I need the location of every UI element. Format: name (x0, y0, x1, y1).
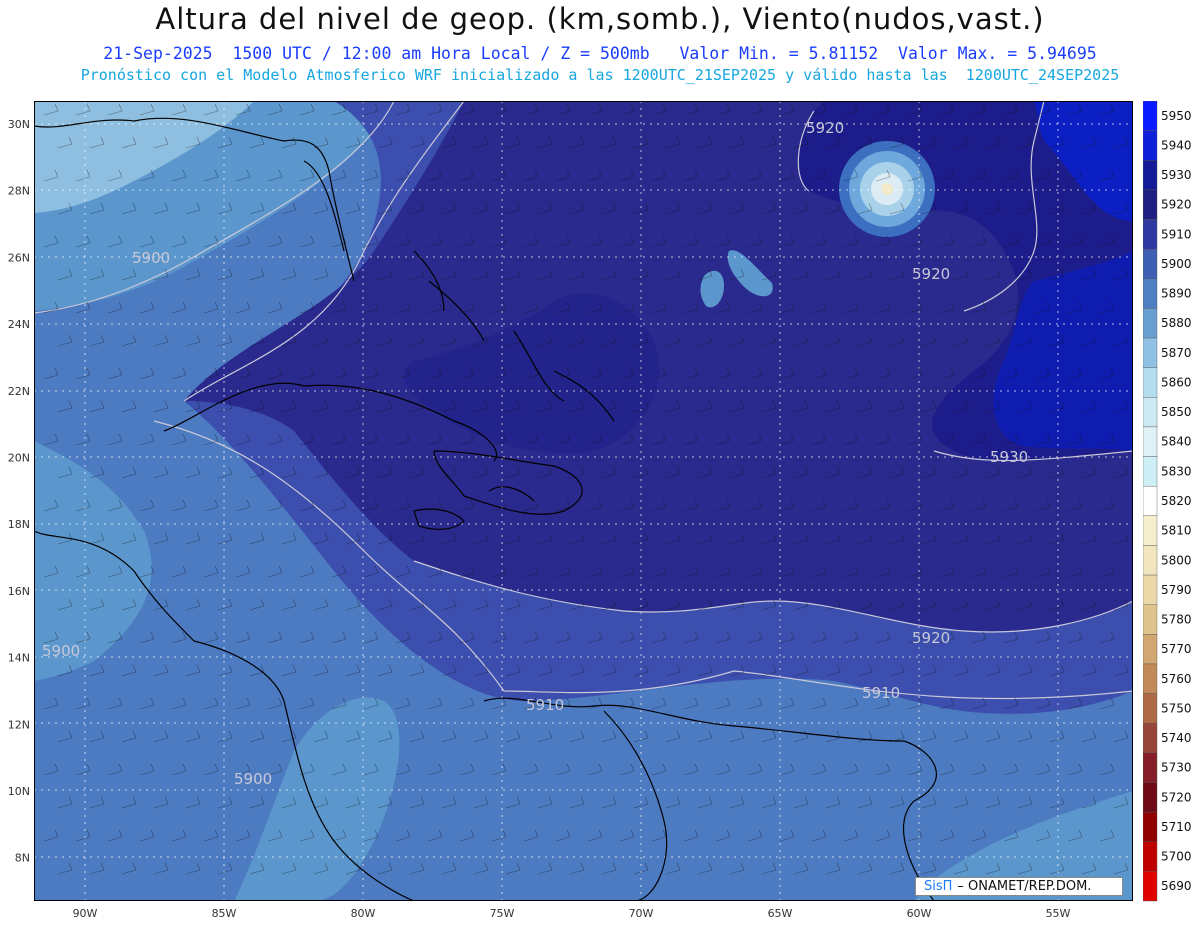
colorbar-label-5720: 5720 (1161, 790, 1192, 804)
lon-tick-80W: 80W (351, 907, 376, 920)
lon-tick-60W: 60W (907, 907, 932, 920)
colorbar-swatch-5710 (1143, 811, 1158, 842)
contour-label-5920-south: 5920 (912, 629, 950, 647)
colorbar-swatch-5790 (1143, 574, 1158, 605)
colorbar-swatch-5720 (1143, 782, 1158, 813)
colorbar-swatch-5940 (1143, 130, 1158, 161)
colorbar-swatch-5860 (1143, 367, 1158, 398)
lat-axis: 30N 28N 26N 24N 22N 20N 18N 16N 14N 12N 10N 8N (8, 118, 30, 865)
colorbar-label-5910: 5910 (1161, 227, 1192, 241)
colorbar-swatch-5690 (1143, 871, 1158, 902)
colorbar-swatch-5730 (1143, 752, 1158, 783)
lon-tick-70W: 70W (629, 907, 654, 920)
colorbar-swatch-5930 (1143, 160, 1158, 191)
lat-tick-30N: 30N (8, 118, 30, 131)
colorbar-label-5930: 5930 (1161, 168, 1192, 182)
map-subtitle-time: 21-Sep-2025 1500 UTC / 12:00 am Hora Loc… (103, 44, 1097, 63)
colorbar-label-5850: 5850 (1161, 405, 1192, 419)
colorbar-label-5740: 5740 (1161, 731, 1192, 745)
colorbar-swatch-5700 (1143, 841, 1158, 872)
colorbar-swatch-5900 (1143, 248, 1158, 279)
contour-label-5900-west: 5900 (132, 249, 170, 267)
contour-label-5920-east: 5920 (912, 265, 950, 283)
colorbar-label-5790: 5790 (1161, 583, 1192, 597)
colorbar-swatch-5890 (1143, 278, 1158, 309)
colorbar-label-5780: 5780 (1161, 613, 1192, 627)
lat-tick-8N: 8N (15, 852, 30, 865)
colorbar-swatch-5840 (1143, 426, 1158, 457)
lat-tick-26N: 26N (8, 251, 30, 264)
colorbar-label-5840: 5840 (1161, 435, 1192, 449)
colorbar-label-5870: 5870 (1161, 346, 1192, 360)
colorbar-swatch-5750 (1143, 693, 1158, 724)
sis-logo-text: SisΠ (924, 879, 953, 894)
contour-label-5920-north: 5920 (806, 119, 844, 137)
colorbar-swatch-5810 (1143, 515, 1158, 546)
colorbar-label-5710: 5710 (1161, 820, 1192, 834)
contour-label-5910-east: 5910 (862, 684, 900, 702)
colorbar-label-5940: 5940 (1161, 138, 1192, 152)
lon-tick-65W: 65W (768, 907, 793, 920)
colorbar-swatch-5850 (1143, 397, 1158, 428)
colorbar-label-5950: 5950 (1161, 109, 1192, 123)
colorbar-swatch-5830 (1143, 456, 1158, 487)
map-title: Altura del nivel de geop. (km,somb.), Vi… (155, 2, 1045, 36)
colorbar-label-5700: 5700 (1161, 850, 1192, 864)
lon-tick-85W: 85W (212, 907, 237, 920)
map-canvas: 5920 5900 5920 5930 5920 5910 5910 5900 … (34, 101, 1133, 901)
colorbar-swatch-5910 (1143, 219, 1158, 250)
colorbar-swatch-5800 (1143, 545, 1158, 576)
colorbar-label-5690: 5690 (1161, 879, 1192, 893)
lat-tick-20N: 20N (8, 452, 30, 465)
onamet-logo-text: – ONAMET/REP.DOM. (957, 879, 1092, 894)
lon-tick-75W: 75W (490, 907, 515, 920)
colorbar-label-5890: 5890 (1161, 287, 1192, 301)
lat-tick-24N: 24N (8, 318, 30, 331)
lon-tick-90W: 90W (73, 907, 98, 920)
colorbar-label-5920: 5920 (1161, 198, 1192, 212)
lat-tick-28N: 28N (8, 185, 30, 198)
colorbar-swatch-5770 (1143, 634, 1158, 665)
map-subtitle-model: Pronóstico con el Modelo Atmosferico WRF… (80, 66, 1120, 84)
colorbar-label-5800: 5800 (1161, 553, 1192, 567)
colorbar-swatch-5820 (1143, 485, 1158, 517)
colorbar-swatch-5740 (1143, 723, 1158, 754)
colorbar-swatch-5880 (1143, 308, 1158, 339)
colorbar-label-5900: 5900 (1161, 257, 1192, 271)
colorbar-swatch-5920 (1143, 189, 1158, 220)
contour-label-5930: 5930 (990, 448, 1028, 466)
contour-label-5900-southwest: 5900 (42, 642, 80, 660)
colorbar-label-5820: 5820 (1161, 494, 1192, 508)
colorbar-swatch-5870 (1143, 337, 1158, 368)
colorbar-label-5770: 5770 (1161, 642, 1192, 656)
lon-tick-55W: 55W (1046, 907, 1071, 920)
lon-axis: 90W 85W 80W 75W 70W 65W 60W 55W (73, 907, 1071, 920)
colorbar-swatch-5760 (1143, 663, 1158, 694)
onamet-logo: SisΠ – ONAMET/REP.DOM. (915, 877, 1123, 896)
lat-tick-22N: 22N (8, 385, 30, 398)
lat-tick-16N: 16N (8, 585, 30, 598)
lat-tick-10N: 10N (8, 785, 30, 798)
contour-label-5910-west: 5910 (526, 696, 564, 714)
hurricane-core (881, 183, 893, 195)
colorbar-swatch-5780 (1143, 604, 1158, 635)
lat-tick-12N: 12N (8, 718, 30, 731)
colorbar-label-5880: 5880 (1161, 316, 1192, 330)
lat-tick-14N: 14N (8, 652, 30, 665)
colorbar: 5950 5940 5930 5920 5910 5900 5890 5880 5870 5860… (1143, 101, 1192, 902)
colorbar-label-5760: 5760 (1161, 672, 1192, 686)
colorbar-label-5730: 5730 (1161, 761, 1192, 775)
colorbar-label-5810: 5810 (1161, 524, 1192, 538)
colorbar-swatch-5950 (1143, 101, 1158, 131)
lat-tick-18N: 18N (8, 518, 30, 531)
colorbar-label-5830: 5830 (1161, 464, 1192, 478)
colorbar-label-5860: 5860 (1161, 375, 1192, 389)
colorbar-label-5750: 5750 (1161, 701, 1192, 715)
contour-label-5900-south: 5900 (234, 770, 272, 788)
